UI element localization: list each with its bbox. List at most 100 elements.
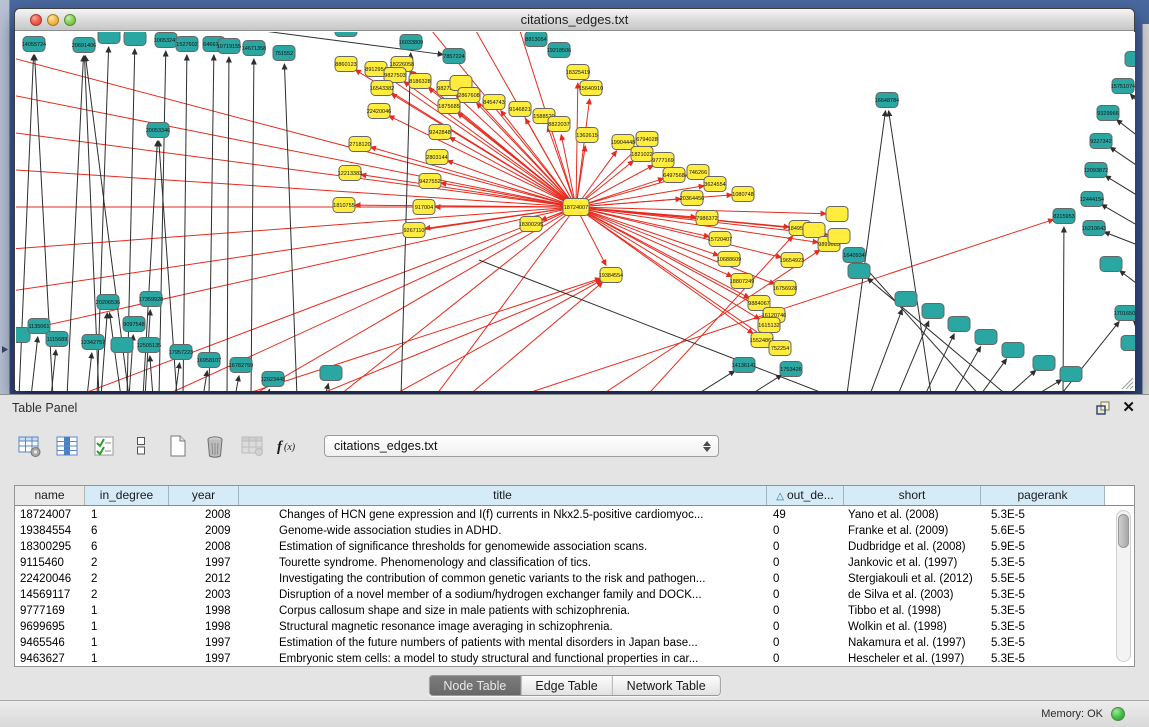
window-titlebar[interactable]: citations_edges.txt: [15, 9, 1134, 31]
graph-node[interactable]: 1362615: [576, 128, 598, 143]
column-header-title[interactable]: title: [239, 486, 767, 505]
table-row[interactable]: 2242004622012Investigating the contribut…: [15, 571, 1117, 587]
table-cell[interactable]: Genome-wide association studies in ADHD.: [239, 523, 767, 539]
graph-node[interactable]: 16543382: [370, 81, 394, 96]
table-row[interactable]: 911546021997Tourette syndrome. Phenomeno…: [15, 555, 1117, 571]
table-cell[interactable]: Estimation of the future numbers of pati…: [239, 635, 767, 651]
table-cell[interactable]: Yano et al. (2008): [844, 507, 981, 523]
graph-node[interactable]: [1125, 52, 1135, 67]
graph-node[interactable]: 17359928: [139, 292, 163, 307]
table-row[interactable]: 1456911722003Disruption of a novel membe…: [15, 587, 1117, 603]
graph-node[interactable]: [111, 338, 133, 353]
table-cell[interactable]: 1: [85, 603, 169, 619]
table-settings-icon[interactable]: [16, 432, 44, 460]
citation-network-graph[interactable]: 1872400714055724206914061065324715276026…: [16, 32, 1135, 391]
graph-node[interactable]: 1135061: [28, 319, 50, 334]
graph-node[interactable]: 1115689: [46, 332, 68, 347]
graph-node[interactable]: [803, 223, 825, 238]
table-cell[interactable]: 5.3E-5: [981, 651, 1105, 667]
graph-node[interactable]: 9329966: [1097, 106, 1119, 121]
graph-node[interactable]: 9146821: [509, 102, 531, 117]
graph-node[interactable]: 12505135: [137, 338, 161, 353]
tab-edge-table[interactable]: Edge Table: [520, 676, 611, 695]
table-cell[interactable]: Estimation of significance thresholds fo…: [239, 539, 767, 555]
graph-node[interactable]: 1080748: [732, 187, 754, 202]
new-table-icon[interactable]: [164, 432, 192, 460]
table-cell[interactable]: 0: [767, 523, 844, 539]
graph-node[interactable]: 16210643: [1082, 221, 1106, 236]
graph-node[interactable]: [922, 304, 944, 319]
table-cell[interactable]: 2009: [169, 523, 239, 539]
graph-node[interactable]: 20364456: [680, 191, 704, 206]
function-builder-icon[interactable]: f (x): [275, 432, 303, 460]
graph-node[interactable]: [1060, 367, 1082, 382]
graph-node[interactable]: 18300295: [519, 217, 543, 232]
graph-node[interactable]: 751552: [273, 46, 295, 61]
graph-node[interactable]: 9242848: [429, 125, 451, 140]
graph-node[interactable]: 16782759: [229, 358, 253, 373]
table-cell[interactable]: 5.3E-5: [981, 603, 1105, 619]
table-cell[interactable]: 0: [767, 619, 844, 635]
graph-node[interactable]: 20053346: [146, 123, 170, 138]
graph-node[interactable]: 16648784: [875, 93, 899, 108]
table-row[interactable]: 1938455462009Genome-wide association stu…: [15, 523, 1117, 539]
graph-node[interactable]: 12213383: [338, 166, 362, 181]
graph-node[interactable]: 19384554: [599, 268, 623, 283]
table-cell[interactable]: 2: [85, 587, 169, 603]
table-cell[interactable]: 5.3E-5: [981, 635, 1105, 651]
graph-node[interactable]: 20691406: [72, 38, 96, 53]
column-header-out-degree[interactable]: △out_de...: [767, 486, 844, 505]
table-cell[interactable]: 1998: [169, 619, 239, 635]
panel-collapse-handle[interactable]: [2, 346, 8, 353]
table-cell[interactable]: 1: [85, 651, 169, 667]
graph-node[interactable]: [335, 32, 357, 37]
table-cell[interactable]: 2008: [169, 507, 239, 523]
graph-node[interactable]: 2718120: [349, 137, 371, 152]
close-panel-icon[interactable]: ✕: [1122, 398, 1135, 416]
row-height-icon[interactable]: [127, 432, 155, 460]
table-cell[interactable]: 5.3E-5: [981, 555, 1105, 571]
graph-node[interactable]: [124, 32, 146, 46]
table-cell[interactable]: 18300295: [15, 539, 85, 555]
column-header-pagerank[interactable]: pagerank: [981, 486, 1105, 505]
table-cell[interactable]: Embryonic stem cells: a model to study s…: [239, 651, 767, 667]
graph-node[interactable]: 1821022: [631, 147, 653, 162]
table-cell[interactable]: 9463627: [15, 651, 85, 667]
graph-node[interactable]: [1002, 343, 1024, 358]
graph-node-hub[interactable]: 18724007: [563, 199, 589, 216]
graph-node[interactable]: [1100, 257, 1122, 272]
graph-node[interactable]: 17957223: [169, 345, 193, 360]
graph-node[interactable]: 8186328: [409, 74, 431, 89]
table-scrollbar[interactable]: [1116, 510, 1131, 662]
table-row[interactable]: 946554611997Estimation of the future num…: [15, 635, 1117, 651]
graph-node[interactable]: 8215953: [1053, 209, 1075, 224]
graph-node[interactable]: 10653247: [154, 33, 178, 48]
table-cell[interactable]: Nakamura et al. (1997): [844, 635, 981, 651]
table-cell[interactable]: Corpus callosum shape and size in male p…: [239, 603, 767, 619]
table-cell[interactable]: 0: [767, 651, 844, 667]
graph-node[interactable]: 7857224: [443, 49, 465, 64]
graph-node[interactable]: 7986372: [696, 211, 718, 226]
graph-node[interactable]: 1527602: [176, 37, 198, 52]
table-cell[interactable]: 0: [767, 587, 844, 603]
graph-node[interactable]: 9227342: [1090, 134, 1112, 149]
table-cell[interactable]: 14569117: [15, 587, 85, 603]
scrollbar-thumb[interactable]: [1118, 514, 1129, 548]
table-cell[interactable]: 19384554: [15, 523, 85, 539]
table-cell[interactable]: 0: [767, 555, 844, 571]
graph-node[interactable]: 14671358: [242, 41, 266, 56]
graph-node[interactable]: 16756928: [773, 281, 797, 296]
table-cell[interactable]: Tourette syndrome. Phenomenology and cla…: [239, 555, 767, 571]
table-cell[interactable]: 2008: [169, 539, 239, 555]
graph-node[interactable]: 16033809: [399, 35, 423, 50]
table-cell[interactable]: 6: [85, 523, 169, 539]
graph-node[interactable]: 18325419: [566, 65, 590, 80]
table-cell[interactable]: 9699695: [15, 619, 85, 635]
graph-node[interactable]: 12923448: [261, 372, 285, 387]
table-cell[interactable]: 0: [767, 539, 844, 555]
graph-node[interactable]: 1640934: [843, 248, 865, 263]
graph-node[interactable]: 1810755: [333, 198, 355, 213]
table-row[interactable]: 1830029562008Estimation of significance …: [15, 539, 1117, 555]
table-cell[interactable]: 0: [767, 571, 844, 587]
graph-node[interactable]: [826, 207, 848, 222]
